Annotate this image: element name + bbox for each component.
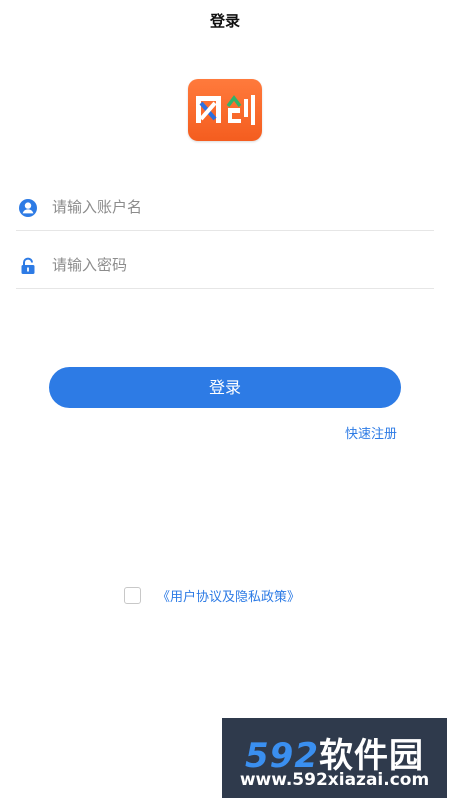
- quick-register-link[interactable]: 快速注册: [300, 423, 397, 442]
- user-icon: [18, 198, 38, 218]
- agreement-row: 《用户协议及隐私政策》: [124, 584, 300, 606]
- lock-icon: [18, 256, 38, 276]
- login-button[interactable]: 登录: [49, 367, 401, 408]
- watermark-url: www.592xiazai.com: [239, 770, 430, 790]
- app-logo-graphic: [196, 95, 255, 125]
- username-field-row: [16, 184, 434, 231]
- agreement-link[interactable]: 《用户协议及隐私政策》: [157, 586, 300, 605]
- page-title: 登录: [209, 12, 240, 30]
- app-logo: [188, 79, 262, 141]
- site-watermark: 592软件园 www.592xiazai.com: [222, 718, 447, 798]
- password-field-row: [16, 242, 434, 289]
- username-input[interactable]: [52, 194, 422, 220]
- agreement-checkbox[interactable]: [124, 586, 141, 604]
- password-input[interactable]: [52, 252, 422, 278]
- login-page: 登录 请输入账户名 登录 快速注册 《用户协议及隐私政策》 592软件园 www…: [0, 0, 450, 800]
